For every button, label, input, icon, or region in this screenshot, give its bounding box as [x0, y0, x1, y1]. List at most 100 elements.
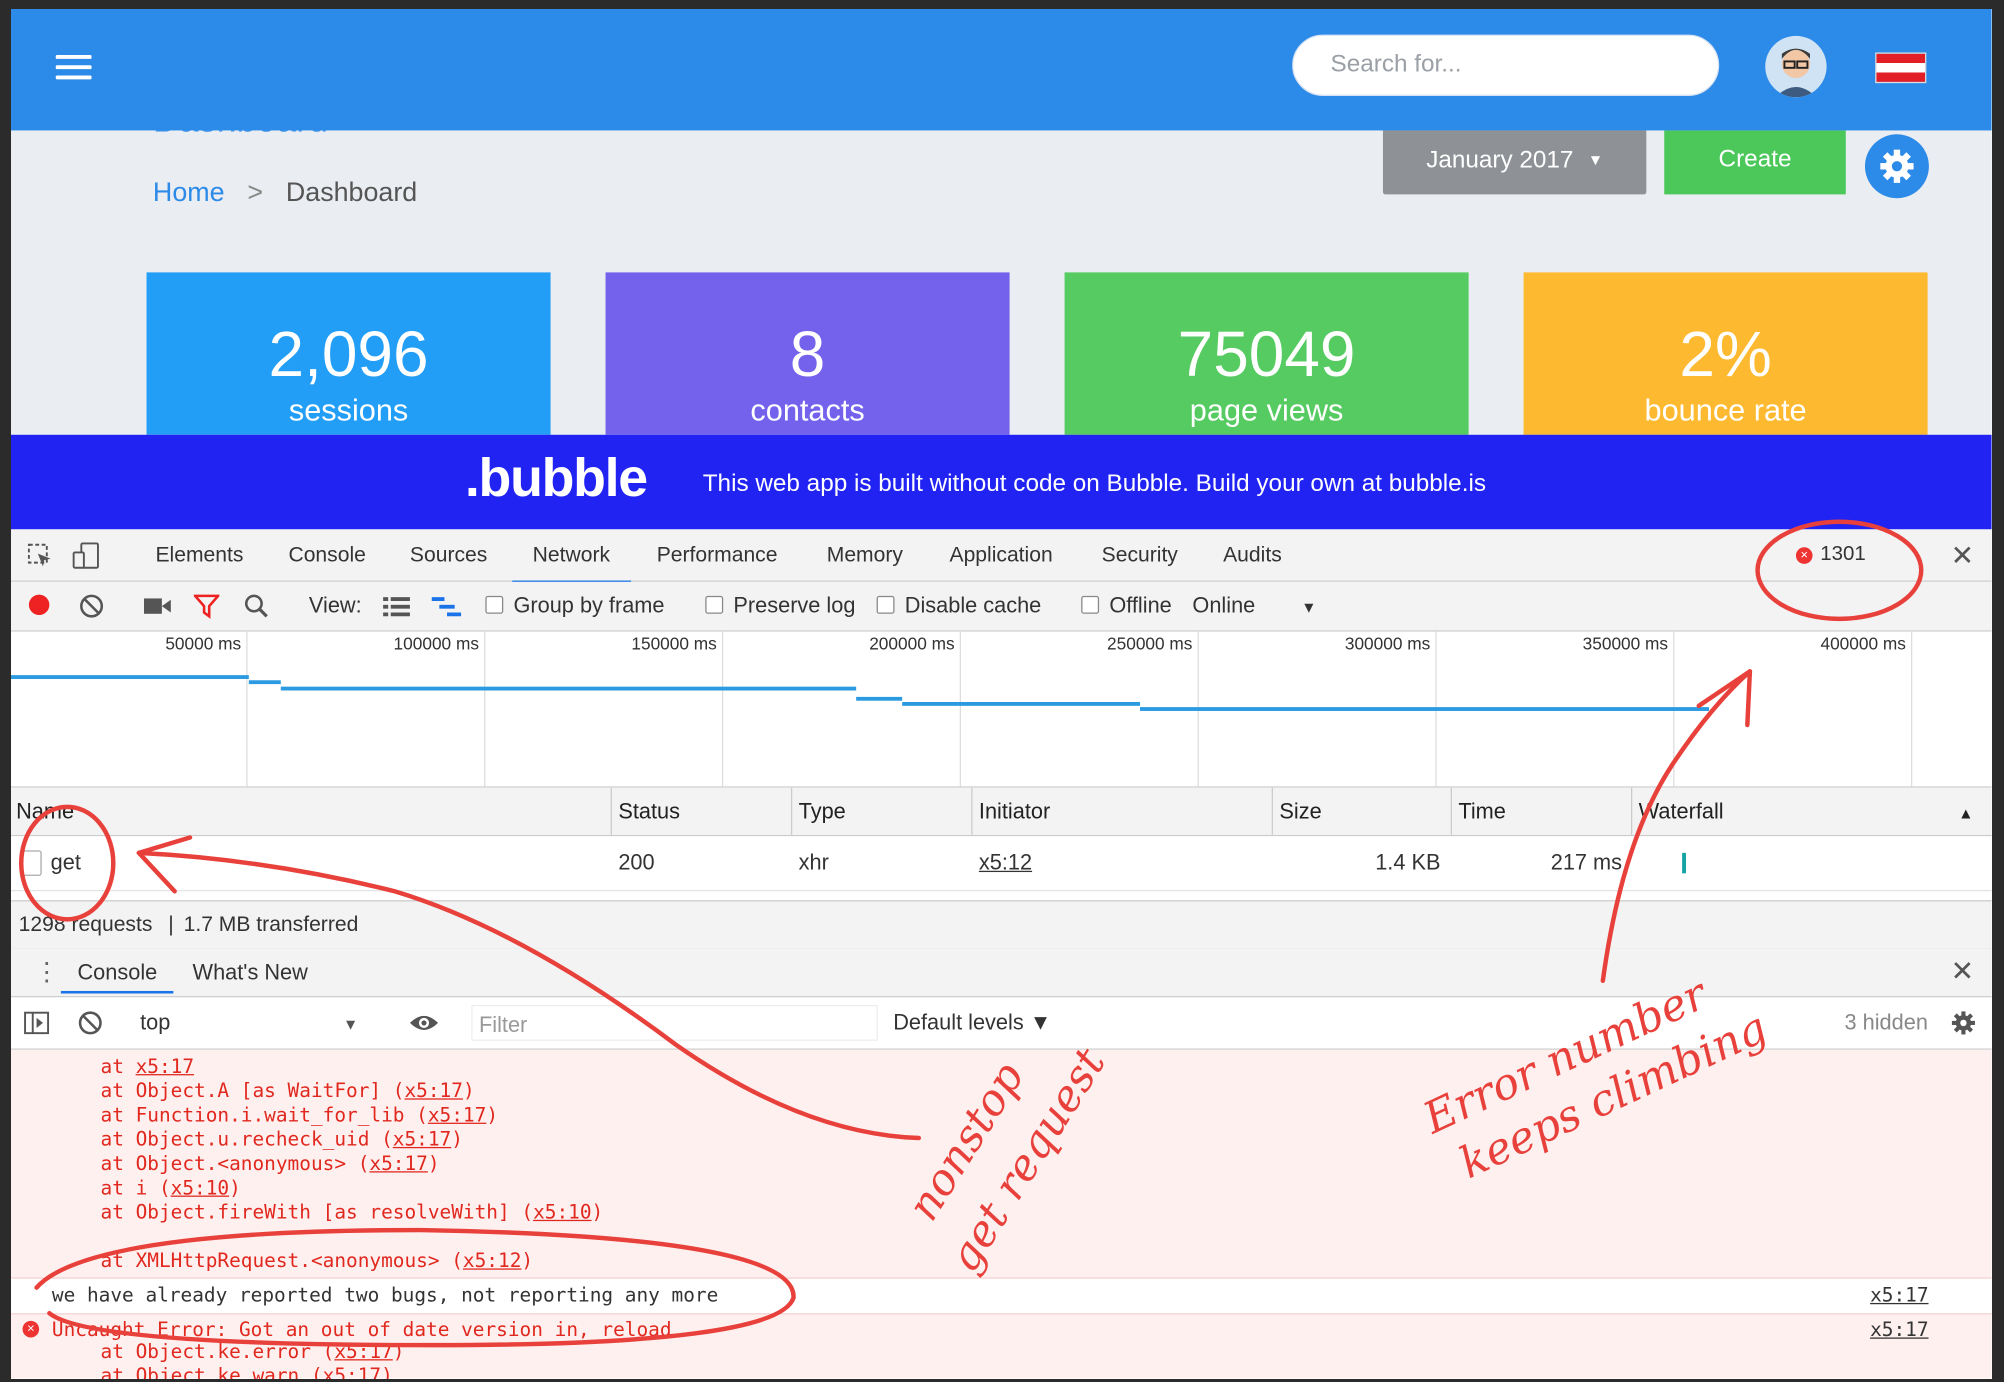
checkbox-box: [876, 595, 895, 614]
capture-screenshots-icon[interactable]: [143, 596, 172, 616]
caret-down-icon: ▼: [1587, 150, 1604, 169]
column-time[interactable]: Time: [1458, 799, 1506, 825]
network-toolbar: View: Group by frame Preserve log Disabl…: [11, 581, 1992, 632]
throttling-select[interactable]: Online ▼: [1192, 593, 1316, 619]
console-filter-input[interactable]: Filter: [471, 1005, 878, 1041]
timeline-divider: [959, 631, 961, 787]
network-overview-timeline[interactable]: 50000 ms 100000 ms 150000 ms 200000 ms 2…: [11, 631, 1992, 788]
search-icon[interactable]: [244, 593, 270, 619]
inspect-element-icon[interactable]: [27, 543, 54, 569]
stack-text: at Object.A [as WaitFor] (: [100, 1079, 405, 1103]
tab-audits[interactable]: Audits: [1223, 543, 1282, 567]
console-settings-gear-icon[interactable]: [1951, 1010, 1977, 1036]
source-link[interactable]: x5:17: [393, 1128, 451, 1151]
waterfall-overview-icon[interactable]: [431, 596, 463, 617]
source-link[interactable]: x5:10: [533, 1201, 591, 1224]
stack-trace-line: at x5:17: [101, 1055, 195, 1078]
source-link[interactable]: x5:12: [463, 1249, 521, 1272]
device-toolbar-icon[interactable]: [72, 542, 100, 570]
source-link[interactable]: x5:10: [171, 1176, 229, 1199]
clear-console-icon[interactable]: [77, 1010, 103, 1036]
tab-network[interactable]: Network: [512, 543, 631, 584]
disable-cache-checkbox[interactable]: Disable cache: [876, 593, 1041, 619]
month-dropdown-button[interactable]: January 2017 ▼: [1382, 130, 1647, 195]
language-flag-icon[interactable]: [1875, 52, 1927, 84]
stack-trace-line: at Object.<anonymous> (x5:17): [101, 1152, 440, 1175]
log-text: we have already reported two bugs, not r…: [51, 1283, 719, 1307]
stat-value: 2,096: [268, 318, 429, 391]
drawer-tab-whats-new[interactable]: What's New: [193, 960, 308, 986]
error-icon: ×: [1795, 547, 1813, 564]
settings-button[interactable]: [1864, 134, 1929, 199]
log-levels-dropdown[interactable]: Default levels ▼: [893, 1010, 1051, 1036]
close-drawer-icon[interactable]: ✕: [1951, 955, 1975, 988]
context-select[interactable]: top ▼: [140, 1010, 358, 1036]
tab-security[interactable]: Security: [1102, 543, 1178, 567]
create-button[interactable]: Create: [1664, 130, 1846, 195]
record-icon[interactable]: [28, 594, 50, 616]
table-row[interactable]: get 200 xhr x5:12 1.4 KB 217 ms: [11, 836, 1992, 892]
timeline-request-bar: [280, 686, 857, 691]
source-link[interactable]: x5:17: [1870, 1284, 1928, 1307]
column-name[interactable]: Name: [16, 799, 74, 825]
large-rows-icon[interactable]: [383, 596, 411, 617]
offline-checkbox[interactable]: Offline: [1081, 593, 1172, 619]
sort-ascending-icon[interactable]: ▲: [1958, 804, 1973, 822]
tab-performance[interactable]: Performance: [657, 543, 778, 567]
request-time: 217 ms: [1550, 850, 1623, 875]
column-initiator[interactable]: Initiator: [979, 799, 1050, 825]
live-expression-eye-icon[interactable]: [409, 1013, 440, 1033]
source-link[interactable]: x5:17: [369, 1152, 427, 1175]
request-initiator-link[interactable]: x5:12: [979, 850, 1032, 876]
source-link[interactable]: x5:17: [136, 1055, 194, 1078]
timeline-request-bar: [856, 696, 903, 701]
group-by-frame-checkbox[interactable]: Group by frame: [485, 593, 665, 619]
clear-icon[interactable]: [79, 593, 105, 619]
gear-icon: [1880, 149, 1914, 183]
console-sidebar-icon[interactable]: [24, 1010, 50, 1036]
column-size[interactable]: Size: [1279, 799, 1321, 825]
timeline-tick-label: 250000 ms: [1107, 634, 1193, 654]
stack-trace-line: at Object.ke.warn (x5:17): [101, 1364, 393, 1379]
timeline-tick-label: 150000 ms: [631, 634, 717, 654]
document-icon: [19, 850, 42, 876]
column-waterfall[interactable]: Waterfall: [1639, 799, 1724, 825]
close-devtools-icon[interactable]: ✕: [1951, 540, 1975, 573]
throttling-value: Online: [1192, 593, 1256, 618]
avatar-icon: [1775, 48, 1817, 98]
column-type[interactable]: Type: [799, 799, 846, 825]
drawer-tab-console[interactable]: Console: [60, 949, 174, 994]
tab-memory[interactable]: Memory: [827, 543, 903, 567]
checkbox-label: Group by frame: [513, 593, 665, 618]
timeline-tick-label: 200000 ms: [869, 634, 955, 654]
column-divider: [610, 787, 612, 835]
stat-card-contacts: 8 contacts: [605, 272, 1010, 435]
error-icon: ×: [22, 1320, 40, 1338]
drawer-menu-icon[interactable]: ⋮: [34, 956, 60, 988]
avatar[interactable]: [1765, 35, 1827, 98]
network-summary-bar: 1298 requests | 1.7 MB transferred: [11, 900, 1992, 951]
breadcrumb-home-link[interactable]: Home: [153, 178, 225, 207]
source-link[interactable]: x5:17: [428, 1103, 486, 1126]
stack-text: ): [392, 1340, 405, 1364]
source-link[interactable]: x5:17: [404, 1079, 462, 1102]
console-output: at x5:17 at Object.A [as WaitFor] (x5:17…: [11, 1049, 1992, 1379]
filter-icon[interactable]: [193, 593, 220, 619]
source-link[interactable]: x5:17: [323, 1364, 381, 1379]
source-link[interactable]: x5:17: [334, 1340, 392, 1363]
preserve-log-checkbox[interactable]: Preserve log: [705, 593, 855, 619]
source-link[interactable]: x5:17: [1870, 1318, 1928, 1341]
tab-sources[interactable]: Sources: [410, 543, 487, 567]
stat-card-sessions: 2,096 sessions: [146, 272, 551, 435]
error-counter[interactable]: × 1301: [1795, 543, 1866, 566]
checkbox-box: [705, 595, 724, 614]
search-input[interactable]: Search for...: [1292, 34, 1720, 96]
bubble-banner[interactable]: .bubble This web app is built without co…: [11, 434, 1992, 530]
column-status[interactable]: Status: [618, 799, 680, 825]
tab-application[interactable]: Application: [949, 543, 1052, 567]
menu-icon[interactable]: [55, 55, 92, 81]
stack-text: at Object.ke.error (: [100, 1340, 335, 1364]
stack-trace-line: at Function.i.wait_for_lib (x5:17): [101, 1103, 499, 1126]
tab-elements[interactable]: Elements: [155, 543, 243, 567]
tab-console[interactable]: Console: [288, 543, 365, 567]
